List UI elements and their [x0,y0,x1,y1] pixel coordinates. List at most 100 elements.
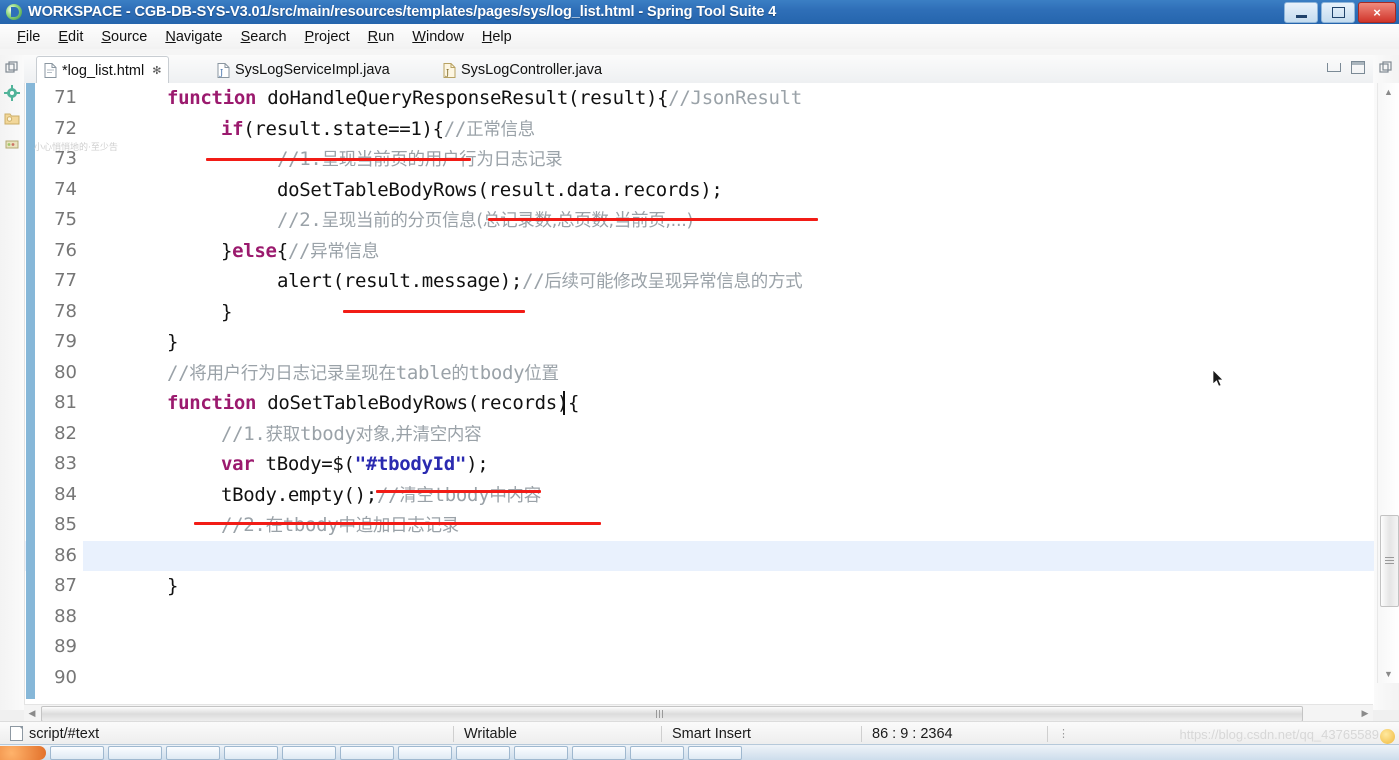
status-overflow[interactable]: ⋮ [1048,722,1079,745]
code-token: } [167,575,179,597]
horizontal-scrollbar[interactable]: ◀ ▶ [24,704,1373,722]
taskbar-item[interactable] [572,745,626,760]
line-number: 84 [54,483,77,505]
minimize-button[interactable] [1284,2,1318,23]
start-button[interactable] [0,745,46,760]
title-bar: WORKSPACE - CGB-DB-SYS-V3.01/src/main/re… [0,0,1399,25]
tab-label-log-list-html: *log_list.html [62,62,145,79]
taskbar-item[interactable] [282,745,336,760]
editor-tab-bar: *log_list.html ✻ J SysLogServiceImpl.jav… [24,55,1373,85]
code-token: 的 [451,363,469,384]
code-editor[interactable]: 71 72 73 74 75 76 77 78 79 80 81 82 83 8… [24,83,1374,705]
menu-label-window: indow [425,28,464,45]
code-token: (result.state==1){ [243,117,444,140]
menu-item-file[interactable]: File [8,27,49,47]
menu-item-run[interactable]: Run [359,27,404,47]
tab-log-list-html[interactable]: *log_list.html ✻ [36,56,170,85]
code-token: 呈现当前的分页信息(总记录数,总页数,当前页,...) [321,211,694,231]
tab-syslogserviceimpl-java[interactable]: J SysLogServiceImpl.java [210,57,397,83]
menu-mnemonic-navigate: N [165,28,176,45]
window-title: WORKSPACE - CGB-DB-SYS-V3.01/src/main/re… [28,4,777,20]
code-line-82: //1.获取tbody对象,并清空内容 [221,419,1352,450]
tab-label-syslogcontroller-java: SysLogController.java [461,62,603,78]
boot-dashboard-icon[interactable] [4,135,20,151]
editor-minimize-icon[interactable] [1327,63,1341,72]
scroll-down-icon[interactable]: ▼ [1378,665,1399,683]
document-icon [10,726,23,741]
taskbar-item[interactable] [166,745,220,760]
svg-text:J: J [219,68,223,77]
code-token: doSetTableBodyRows(records){ [256,392,580,414]
taskbar-item[interactable] [340,745,394,760]
menu-mnemonic-window: W [412,28,426,45]
taskbar-item[interactable] [456,745,510,760]
menu-label-run: un [378,28,395,45]
tab-close-icon[interactable]: ✻ [152,64,161,77]
taskbar-item[interactable] [224,745,278,760]
line-number: 81 [54,392,77,413]
code-line-85: //2.在tbody中追加日志记录 [221,510,1352,541]
java-file-icon: J [443,62,456,78]
restore-view-icon[interactable] [1378,60,1394,76]
windows-taskbar [0,744,1399,760]
menu-label-navigate: avigate [175,28,223,45]
taskbar-item[interactable] [630,745,684,760]
code-token: table [395,361,452,384]
spring-leaf-icon [6,4,22,20]
spring-tool-suite-window: WORKSPACE - CGB-DB-SYS-V3.01/src/main/re… [0,0,1399,760]
status-insert-mode-label: Smart Insert [672,725,751,742]
horizontal-scroll-thumb[interactable] [41,706,1303,722]
gear-green-icon[interactable] [4,85,20,101]
menu-mnemonic-run: R [367,28,379,45]
status-selection-label: script/#text [29,725,100,742]
code-token: //2. [221,514,266,536]
vertical-scrollbar[interactable]: ▲ ▼ [1377,83,1399,683]
restore-button[interactable] [1321,2,1355,23]
taskbar-item[interactable] [688,745,742,760]
code-text-area[interactable]: function doHandleQueryResponseResult(res… [85,83,1352,699]
code-token: } [167,331,179,353]
taskbar-item[interactable] [398,745,452,760]
restore-view-icon[interactable] [4,60,20,76]
taskbar-item[interactable] [50,745,104,760]
line-number: 82 [54,422,77,444]
taskbar-item[interactable] [108,745,162,760]
code-line-74: doSetTableBodyRows(result.data.records); [277,175,1352,206]
annotation-underline-line-77 [343,310,525,313]
code-token: } [221,239,233,262]
tab-syslogcontroller-java[interactable]: J SysLogController.java [436,57,609,83]
menu-item-window[interactable]: Window [403,27,473,47]
code-token: 后续可能修改呈现异常信息的方式 [544,272,803,292]
code-token: alert(result.message); [277,270,523,292]
background-artifact-text: 小心悄悄地的·至少告 [34,143,118,153]
watermark-bulb-icon [1380,729,1395,744]
menu-item-source[interactable]: Source [92,27,156,47]
code-token: // [167,361,190,384]
vertical-scroll-thumb[interactable] [1380,515,1399,607]
scroll-up-icon[interactable]: ▲ [1378,83,1399,101]
code-token: 对象,并清空内容 [355,424,482,445]
editor-maximize-icon[interactable] [1351,61,1365,74]
status-overflow-icon[interactable]: ⋮ [1058,728,1069,739]
menu-item-search[interactable]: Search [232,27,296,47]
status-selection: script/#text [0,722,453,745]
text-caret [563,391,565,415]
code-token: function [167,392,257,414]
menu-item-edit[interactable]: Edit [49,27,92,47]
code-token: function [167,87,257,109]
scroll-right-icon[interactable]: ▶ [1357,705,1373,722]
line-number: 88 [54,605,77,627]
menu-item-help[interactable]: Help [473,27,521,47]
menu-item-navigate[interactable]: Navigate [156,27,231,47]
package-explorer-icon[interactable] [4,110,20,126]
menu-item-project[interactable]: Project [296,27,359,47]
code-line-83: var tBody=$("#tbodyId"); [221,449,1352,480]
html-file-icon [44,63,57,78]
code-token: "#tbodyId" [354,453,467,475]
code-token: tbody [433,483,490,506]
taskbar-item[interactable] [514,745,568,760]
close-button[interactable]: × [1358,2,1396,23]
code-token: 中追加日志记录 [338,516,459,536]
scroll-left-icon[interactable]: ◀ [24,705,40,722]
